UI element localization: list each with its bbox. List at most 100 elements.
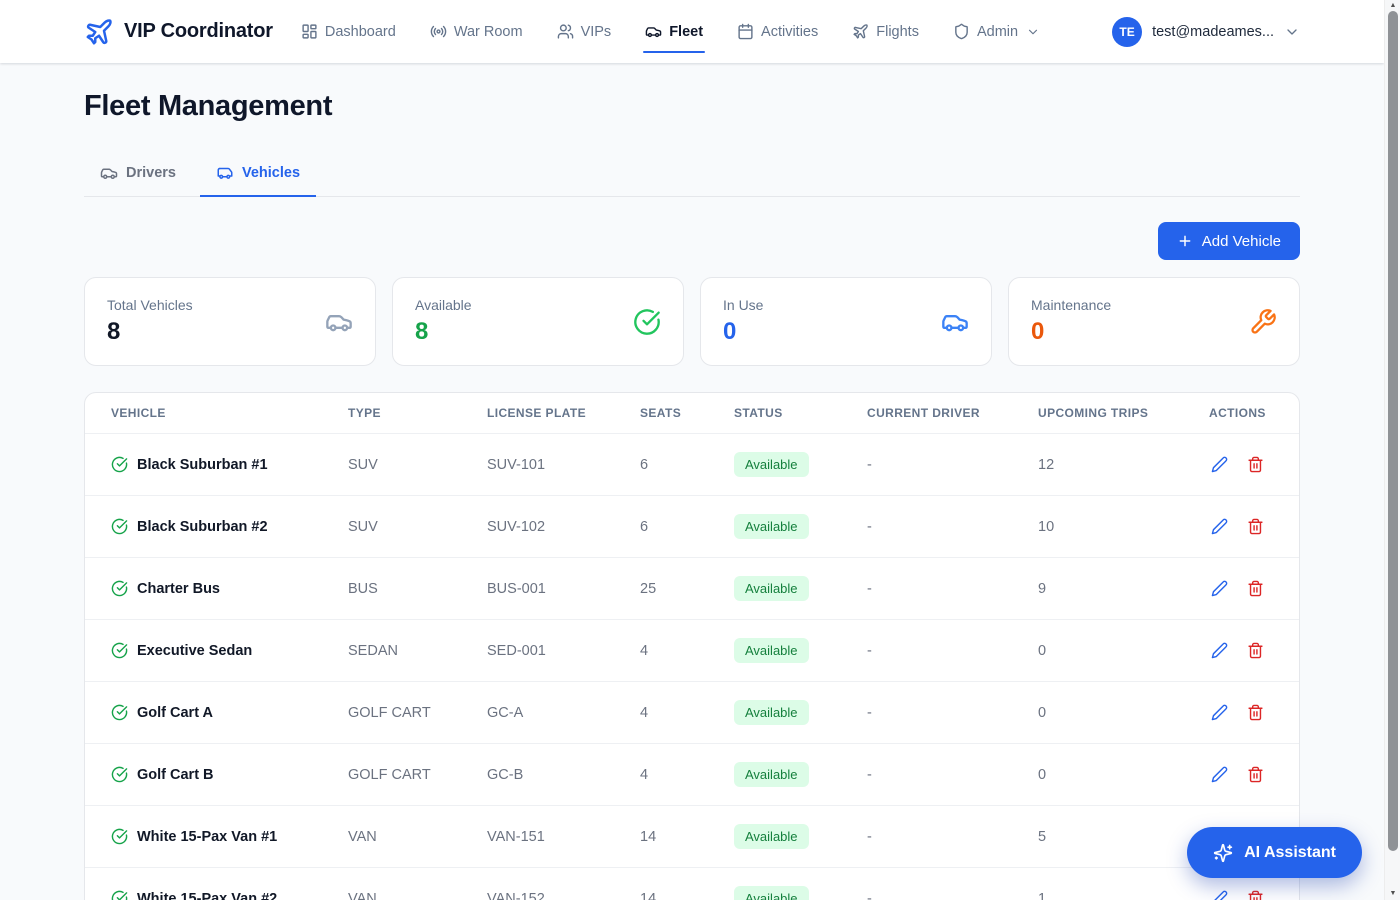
stat-label: Total Vehicles — [107, 297, 193, 313]
edit-button[interactable] — [1209, 888, 1230, 900]
stat-label: Available — [415, 297, 472, 313]
nav-item-vips[interactable]: VIPs — [557, 17, 612, 46]
car-icon — [325, 308, 353, 336]
check-circle-icon — [111, 766, 128, 783]
vehicles-table: Vehicle Type License Plate Seats Status … — [85, 393, 1299, 900]
trash-icon — [1247, 518, 1264, 535]
nav-item-label: Fleet — [669, 24, 703, 40]
seats-count: 4 — [640, 620, 734, 682]
upcoming-trips: 0 — [1038, 620, 1209, 682]
stat-card-available: Available 8 — [392, 277, 684, 366]
vehicle-type: SEDAN — [348, 620, 487, 682]
vehicles-table-card: Vehicle Type License Plate Seats Status … — [84, 392, 1300, 900]
edit-button[interactable] — [1209, 516, 1230, 537]
ai-assistant-button[interactable]: AI Assistant — [1187, 827, 1362, 878]
status-badge: Available — [734, 762, 809, 787]
pencil-icon — [1211, 580, 1228, 597]
vehicle-type: SUV — [348, 434, 487, 496]
nav-item-label: VIPs — [581, 24, 612, 40]
trash-icon — [1247, 704, 1264, 721]
table-row: Executive Sedan SEDAN SED-001 4 Availabl… — [85, 620, 1299, 682]
nav-item-label: Flights — [876, 24, 919, 40]
scrollbar-down-arrow[interactable]: ▼ — [1385, 888, 1400, 900]
delete-button[interactable] — [1245, 702, 1266, 723]
nav-item-flights[interactable]: Flights — [852, 17, 919, 46]
seats-count: 4 — [640, 744, 734, 806]
nav-item-activities[interactable]: Activities — [737, 17, 818, 46]
vehicle-type: VAN — [348, 806, 487, 868]
check-circle-icon — [111, 518, 128, 535]
top-navbar: VIP Coordinator Dashboard War Room VIPs — [0, 0, 1384, 63]
current-driver: - — [867, 620, 1038, 682]
table-row: White 15-Pax Van #2 VAN VAN-152 14 Avail… — [85, 868, 1299, 900]
license-plate: GC-B — [487, 744, 640, 806]
status-badge: Available — [734, 452, 809, 477]
current-driver: - — [867, 744, 1038, 806]
chevron-down-icon — [1284, 24, 1300, 40]
user-email: test@madeames... — [1152, 24, 1274, 40]
license-plate: VAN-152 — [487, 868, 640, 900]
upcoming-trips: 12 — [1038, 434, 1209, 496]
upcoming-trips: 10 — [1038, 496, 1209, 558]
stat-value: 8 — [107, 318, 193, 346]
pencil-icon — [1211, 642, 1228, 659]
status-badge: Available — [734, 576, 809, 601]
seats-count: 6 — [640, 496, 734, 558]
dashboard-icon — [301, 23, 318, 40]
table-toolbar: Add Vehicle — [84, 222, 1300, 260]
table-header-row: Vehicle Type License Plate Seats Status … — [85, 393, 1299, 434]
check-circle-icon — [111, 704, 128, 721]
current-driver: - — [867, 682, 1038, 744]
delete-button[interactable] — [1245, 578, 1266, 599]
nav-item-dashboard[interactable]: Dashboard — [301, 17, 396, 46]
table-row: Golf Cart B GOLF CART GC-B 4 Available -… — [85, 744, 1299, 806]
column-header-vehicle: Vehicle — [85, 393, 348, 434]
stat-card-in-use: In Use 0 — [700, 277, 992, 366]
delete-button[interactable] — [1245, 888, 1266, 900]
edit-button[interactable] — [1209, 640, 1230, 661]
column-header-status: Status — [734, 393, 867, 434]
seats-count: 25 — [640, 558, 734, 620]
delete-button[interactable] — [1245, 640, 1266, 661]
tab-vehicles[interactable]: Vehicles — [200, 153, 316, 197]
edit-button[interactable] — [1209, 578, 1230, 599]
trash-icon — [1247, 580, 1264, 597]
license-plate: GC-A — [487, 682, 640, 744]
edit-button[interactable] — [1209, 454, 1230, 475]
vehicle-name: White 15-Pax Van #1 — [137, 829, 277, 845]
sparkles-icon — [1213, 843, 1233, 863]
pencil-icon — [1211, 766, 1228, 783]
nav-item-fleet[interactable]: Fleet — [645, 17, 703, 46]
status-badge: Available — [734, 700, 809, 725]
brand-name: VIP Coordinator — [124, 20, 273, 43]
current-driver: - — [867, 558, 1038, 620]
nav-item-label: Admin — [977, 24, 1018, 40]
nav-item-admin[interactable]: Admin — [953, 17, 1040, 46]
page-title: Fleet Management — [84, 90, 1300, 123]
edit-button[interactable] — [1209, 764, 1230, 785]
pencil-icon — [1211, 890, 1228, 900]
tab-drivers[interactable]: Drivers — [84, 153, 192, 197]
license-plate: VAN-151 — [487, 806, 640, 868]
check-circle-icon — [633, 308, 661, 336]
avatar: TE — [1112, 17, 1142, 47]
seats-count: 4 — [640, 682, 734, 744]
nav-item-war-room[interactable]: War Room — [430, 17, 523, 46]
delete-button[interactable] — [1245, 764, 1266, 785]
delete-button[interactable] — [1245, 454, 1266, 475]
edit-button[interactable] — [1209, 702, 1230, 723]
primary-nav: Dashboard War Room VIPs Fleet Activities — [301, 17, 1112, 46]
vehicle-name: Black Suburban #2 — [137, 519, 268, 535]
vehicle-type: GOLF CART — [348, 744, 487, 806]
add-vehicle-button[interactable]: Add Vehicle — [1158, 222, 1300, 260]
user-menu[interactable]: TE test@madeames... — [1112, 17, 1300, 47]
column-header-current-driver: Current Driver — [867, 393, 1038, 434]
add-vehicle-label: Add Vehicle — [1202, 233, 1281, 250]
current-driver: - — [867, 868, 1038, 900]
delete-button[interactable] — [1245, 516, 1266, 537]
license-plate: SED-001 — [487, 620, 640, 682]
current-driver: - — [867, 434, 1038, 496]
scrollbar-thumb[interactable] — [1388, 11, 1398, 851]
brand[interactable]: VIP Coordinator — [84, 17, 273, 47]
status-badge: Available — [734, 824, 809, 849]
